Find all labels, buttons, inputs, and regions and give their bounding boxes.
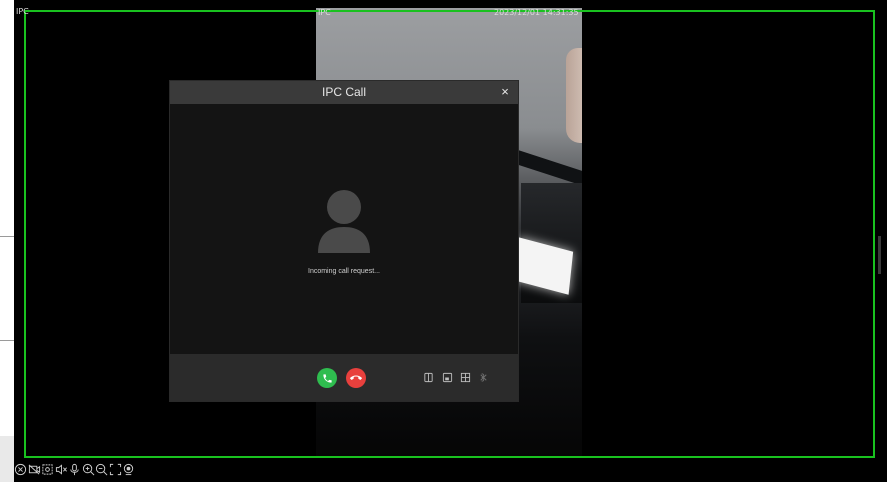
divider <box>0 340 14 341</box>
left-panel-strip <box>0 0 14 482</box>
close-icon[interactable] <box>14 463 27 476</box>
avatar-icon <box>318 190 370 253</box>
microphone-icon[interactable] <box>68 463 81 476</box>
fullscreen-icon[interactable] <box>109 463 122 476</box>
phone-decline-icon <box>350 375 362 380</box>
mute-icon[interactable] <box>55 463 68 476</box>
timestamp-overlay: 2023/12/01 14:31:35 <box>494 8 579 17</box>
close-button[interactable]: × <box>498 84 512 100</box>
decline-call-button[interactable] <box>346 368 366 388</box>
snapshot-icon[interactable] <box>442 372 453 383</box>
ipc-call-dialog: IPC Call × Incoming call request... <box>170 81 518 401</box>
channel-label: IPC <box>16 7 29 16</box>
zoom-out-icon[interactable] <box>95 463 108 476</box>
dialog-footer <box>170 354 518 401</box>
camera-switch-icon[interactable] <box>423 372 434 383</box>
ptz-icon[interactable] <box>122 463 135 476</box>
bottom-toolbar <box>14 460 136 478</box>
accept-call-button[interactable] <box>317 368 337 388</box>
left-panel-footer <box>0 436 14 482</box>
record-icon[interactable] <box>28 463 41 476</box>
channel-label: IPC <box>318 8 331 17</box>
call-status-text: Incoming call request... <box>308 268 380 275</box>
mute-icon[interactable] <box>478 372 489 383</box>
phone-accept-icon <box>322 373 332 383</box>
grid-layout-icon[interactable] <box>460 372 471 383</box>
dialog-title: IPC Call <box>321 85 366 99</box>
screenshot-icon[interactable] <box>41 463 54 476</box>
right-scroll-handle <box>878 236 881 274</box>
zoom-in-icon[interactable] <box>82 463 95 476</box>
divider <box>0 236 14 237</box>
